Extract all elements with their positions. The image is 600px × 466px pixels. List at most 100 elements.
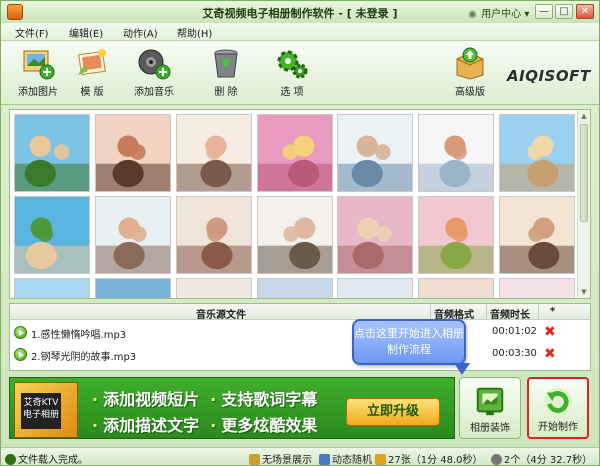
promo-line-2: · 添加描述文字 · 更多炫酷效果 bbox=[92, 416, 318, 435]
chevron-down-icon: ▾ bbox=[524, 9, 530, 20]
music-count: 2个（4分 32.7秒） bbox=[491, 451, 592, 466]
header-source-file: 音乐源文件 bbox=[196, 310, 246, 321]
user-center-label: 用户中心 bbox=[481, 9, 522, 20]
random-effect-mode[interactable]: 动态随机 bbox=[319, 451, 372, 466]
transition-text: 无场景展示 bbox=[262, 455, 312, 466]
upgrade-now-button[interactable]: 立即升级 bbox=[346, 398, 440, 426]
promo-feature-4: 更多炫酷效果 bbox=[221, 416, 318, 435]
scroll-up-icon[interactable]: ▲ bbox=[579, 111, 589, 121]
refresh-arrow-icon bbox=[543, 387, 573, 417]
random-effect-text: 动态随机 bbox=[332, 455, 372, 466]
template-icon bbox=[78, 49, 106, 76]
add-image-label: 添加图片 bbox=[18, 87, 58, 98]
image-count-icon bbox=[375, 454, 386, 465]
photo-thumbnail[interactable] bbox=[95, 278, 171, 298]
photo-thumbnail[interactable] bbox=[499, 278, 575, 298]
decorate-label: 相册装饰 bbox=[470, 423, 510, 434]
status-loaded-text: 文件载入完成。 bbox=[18, 455, 88, 466]
play-icon[interactable] bbox=[14, 326, 27, 339]
template-label: 模 版 bbox=[80, 87, 104, 98]
minimize-button[interactable]: — bbox=[535, 4, 553, 19]
add-music-button[interactable]: 添加音乐 bbox=[125, 45, 183, 103]
add-music-icon bbox=[138, 49, 171, 80]
gear-icon bbox=[277, 50, 308, 79]
promo-feature-2: 支持歌词字幕 bbox=[221, 390, 318, 409]
start-making-button[interactable]: 开始制作 bbox=[527, 377, 589, 439]
photo-thumbnail[interactable] bbox=[257, 278, 333, 298]
menu-file[interactable]: 文件(F) bbox=[15, 25, 49, 40]
menu-edit[interactable]: 编辑(E) bbox=[69, 25, 103, 40]
photo-thumbnail[interactable] bbox=[257, 114, 333, 192]
title-bar: 艾奇视频电子相册制作软件 - [ 未登录 ] ◉ 用户中心 ▾ — □ ✕ bbox=[1, 1, 599, 23]
scroll-thumb[interactable] bbox=[580, 124, 588, 222]
photo-thumbnail[interactable] bbox=[95, 196, 171, 274]
pro-version-button[interactable]: 高级版 bbox=[441, 45, 499, 103]
status-message: 文件载入完成。 bbox=[5, 451, 88, 466]
photo-thumbnail[interactable] bbox=[95, 114, 171, 192]
photo-thumbnail[interactable] bbox=[337, 114, 413, 192]
album-decorate-button[interactable]: 相册装饰 bbox=[459, 377, 521, 439]
menu-action[interactable]: 动作(A) bbox=[123, 25, 158, 40]
close-button[interactable]: ✕ bbox=[576, 4, 594, 19]
promo-feature-3: 添加描述文字 bbox=[103, 416, 200, 435]
music-name: 1.感性懒惰吟唱.mp3 bbox=[31, 330, 127, 341]
pro-version-label: 高级版 bbox=[455, 87, 485, 98]
transition-mode[interactable]: 无场景展示 bbox=[249, 451, 312, 466]
options-button[interactable]: 选 项 bbox=[263, 45, 321, 103]
menu-bar: 文件(F) 编辑(E) 动作(A) 帮助(H) bbox=[1, 23, 599, 41]
header-duration: 音频时长 bbox=[490, 310, 530, 321]
music-count-text: 2个（4分 32.7秒） bbox=[504, 455, 593, 466]
photo-thumbnail[interactable] bbox=[337, 278, 413, 298]
promo-line-1: · 添加视频短片 · 支持歌词字幕 bbox=[92, 390, 318, 409]
photo-thumbnail[interactable] bbox=[176, 196, 252, 274]
upgrade-box-icon bbox=[456, 47, 484, 80]
photo-thumbnail[interactable] bbox=[14, 114, 90, 192]
trash-icon bbox=[214, 49, 238, 78]
user-icon: ◉ bbox=[468, 9, 477, 20]
add-music-label: 添加音乐 bbox=[134, 87, 174, 98]
photo-thumbnail[interactable] bbox=[499, 114, 575, 192]
photo-thumbnail[interactable] bbox=[176, 114, 252, 192]
photo-thumbnail[interactable] bbox=[418, 278, 494, 298]
remove-music-icon[interactable]: ✖ bbox=[544, 346, 556, 362]
image-count: 27张（1分 48.0秒） bbox=[375, 451, 483, 466]
random-effect-icon bbox=[319, 454, 330, 465]
photo-thumbnail[interactable] bbox=[176, 278, 252, 298]
music-duration: 00:03:30 bbox=[492, 348, 537, 359]
callout-text: 点击这里开始进入相册制作流程 bbox=[354, 327, 464, 356]
music-table-header: 音乐源文件 音频格式 音频时长 * bbox=[10, 304, 590, 321]
transition-icon bbox=[249, 454, 260, 465]
remove-music-icon[interactable]: ✖ bbox=[544, 324, 556, 340]
photo-thumbnail[interactable] bbox=[418, 114, 494, 192]
music-duration: 00:01:02 bbox=[492, 326, 537, 337]
grid-scrollbar[interactable]: ▲ ▼ bbox=[577, 110, 590, 298]
start-label: 开始制作 bbox=[538, 422, 578, 433]
play-icon[interactable] bbox=[14, 348, 27, 361]
decorate-frame-icon bbox=[476, 387, 504, 416]
delete-button[interactable]: 删 除 bbox=[197, 45, 255, 103]
scroll-down-icon[interactable]: ▼ bbox=[579, 287, 589, 297]
app-window: 艾奇视频电子相册制作软件 - [ 未登录 ] ◉ 用户中心 ▾ — □ ✕ 文件… bbox=[0, 0, 600, 466]
maximize-button[interactable]: □ bbox=[555, 4, 573, 19]
music-name: 2.钢琴光阴的故事.mp3 bbox=[31, 352, 137, 363]
promo-feature-1: 添加视频短片 bbox=[103, 390, 200, 409]
photo-thumbnail[interactable] bbox=[14, 196, 90, 274]
status-bar: 文件载入完成。 无场景展示 动态随机 27张（1分 48.0秒） 2个（4分 3… bbox=[1, 447, 599, 466]
photo-thumbnail[interactable] bbox=[418, 196, 494, 274]
add-image-button[interactable]: 添加图片 bbox=[9, 45, 67, 103]
music-row[interactable]: 1.感性懒惰吟唱.mp3 00:01:02 ✖ bbox=[10, 322, 590, 344]
photo-thumbnail[interactable] bbox=[499, 196, 575, 274]
menu-help[interactable]: 帮助(H) bbox=[177, 25, 212, 40]
photo-thumbnail[interactable] bbox=[337, 196, 413, 274]
user-center-link[interactable]: ◉ 用户中心 ▾ bbox=[467, 5, 529, 20]
photo-thumbnail[interactable] bbox=[14, 278, 90, 298]
image-count-text: 27张（1分 48.0秒） bbox=[388, 455, 483, 466]
header-marker: * bbox=[550, 306, 556, 317]
photo-thumbnail[interactable] bbox=[257, 196, 333, 274]
photo-grid[interactable]: ▲ ▼ bbox=[9, 109, 591, 299]
delete-label: 删 除 bbox=[214, 87, 238, 98]
promo-banner[interactable]: 艾奇KTV电子相册 · 添加视频短片 · 支持歌词字幕 · 添加描述文字 · 更多炫酷效… bbox=[9, 377, 455, 439]
template-button[interactable]: 模 版 bbox=[63, 45, 121, 103]
music-row[interactable]: 2.钢琴光阴的故事.mp3 00:03:30 ✖ bbox=[10, 344, 590, 366]
product-box-image: 艾奇KTV电子相册 bbox=[14, 382, 78, 438]
